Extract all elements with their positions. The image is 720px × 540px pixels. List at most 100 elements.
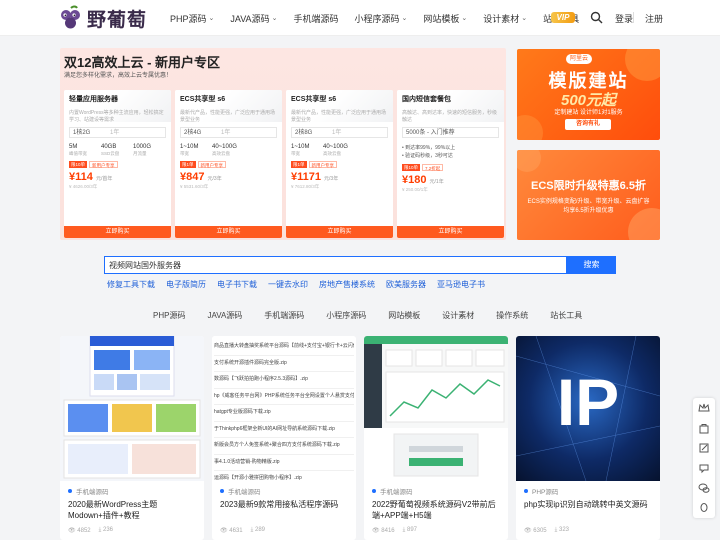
spec-item: 40GB SSD云盘 bbox=[101, 144, 120, 156]
nav-item-label: 设计素材 bbox=[483, 13, 520, 24]
header-divider bbox=[633, 12, 634, 23]
file-line: 数源码【飞跃拍拍跑小程序2.5.3源码】.zip bbox=[214, 372, 354, 389]
post-meta: 👁 6305 ⤓ 323 bbox=[524, 527, 577, 534]
post-category[interactable]: PHP源码 bbox=[524, 486, 558, 496]
hot-search-link[interactable]: 电子版简历 bbox=[166, 279, 206, 290]
chat-icon[interactable] bbox=[693, 458, 715, 478]
site-logo[interactable]: 野葡萄 bbox=[58, 4, 147, 32]
product-card[interactable]: ECS共享型 s6 最新代产品，性能更强，广泛应用于通用场景型业务 2核8G 1年 1~… bbox=[286, 90, 393, 238]
config-select[interactable]: 2核4G 1年 bbox=[180, 127, 277, 138]
post-category[interactable]: 手机端源码 bbox=[372, 486, 413, 496]
category-tab[interactable]: 小程序源码 bbox=[326, 310, 366, 321]
post-card[interactable]: IP PHP源码 php实现ip识别自动跳转中英文源码 👁 6305 ⤓ 323 bbox=[516, 336, 660, 540]
post-title[interactable]: 2020最新WordPress主题Modown+插件+教程 bbox=[68, 499, 198, 521]
original-price: ¥ 7612.80/3年 bbox=[291, 184, 320, 189]
eye-icon: 👁 8416 bbox=[372, 528, 395, 534]
ecs-upgrade-ad[interactable]: ECS限时升级特惠6.5折 ECS实例规格变配/升级、带宽升级、云盘扩容均享6.… bbox=[517, 150, 660, 240]
download-icon: ⤓ 897 bbox=[402, 527, 417, 533]
buy-button[interactable]: 立即购买 bbox=[286, 226, 393, 238]
post-title[interactable]: 2023最新9款常用接私活程序源码 bbox=[220, 499, 350, 510]
nav-item[interactable]: 设计素材 ⌄ bbox=[483, 12, 527, 25]
product-desc: 内置WordPress等多种主流应用，轻松搞定学习、站建设等需求 bbox=[69, 110, 164, 123]
main-nav: PHP源码⌄JAVA源码⌄手机端源码小程序源码⌄网站模板⌄设计素材⌄站长工具 bbox=[170, 0, 595, 36]
post-thumbnail: IP bbox=[516, 336, 660, 481]
nav-item[interactable]: PHP源码 ⌄ bbox=[170, 12, 214, 25]
search-input[interactable] bbox=[109, 257, 564, 273]
post-category[interactable]: 手机端源码 bbox=[220, 486, 261, 496]
hot-search-link[interactable]: 修复工具下载 bbox=[107, 279, 155, 290]
category-tab[interactable]: PHP源码 bbox=[153, 310, 185, 321]
category-tab[interactable]: 站长工具 bbox=[550, 310, 582, 321]
chevron-down-icon: ⌄ bbox=[271, 15, 278, 22]
post-card[interactable]: 手机端源码 2022野葡萄视频系统源码V2带前后端+APP端+H5端 👁 841… bbox=[364, 336, 508, 540]
badge-row: 限1单 新用户专享 bbox=[291, 161, 388, 168]
vip-badge[interactable]: VIP bbox=[551, 12, 575, 23]
promo-cards: 轻量应用服务器内置WordPress等多种主流应用，轻松搞定学习、站建设等需求 1… bbox=[64, 90, 506, 238]
ad-title: ECS限时升级特惠6.5折 bbox=[531, 180, 646, 192]
file-line: hatgpt专业版源码下载.zip bbox=[214, 405, 354, 422]
category-tab[interactable]: 操作系统 bbox=[496, 310, 528, 321]
register-link[interactable]: 注册 bbox=[645, 12, 663, 25]
file-line: 运源码【开源小雅拼团购物小程序】.zip bbox=[214, 471, 354, 481]
product-card[interactable]: 轻量应用服务器内置WordPress等多种主流应用，轻松搞定学习、站建设等需求 1… bbox=[64, 90, 171, 238]
edit-icon[interactable] bbox=[693, 438, 715, 458]
wechat-icon[interactable] bbox=[693, 478, 715, 498]
category-tab[interactable]: JAVA源码 bbox=[207, 310, 242, 321]
grape-logo-icon bbox=[61, 5, 80, 29]
config-select[interactable]: 5000条 - 入门推荐 bbox=[402, 127, 499, 138]
category-tab[interactable]: 设计素材 bbox=[442, 310, 474, 321]
qq-icon[interactable] bbox=[693, 498, 715, 518]
spec-list: 1~10M 带宽 40~100G 高效云盘 bbox=[291, 144, 388, 157]
chevron-down-icon: ⌄ bbox=[461, 15, 468, 22]
price: ¥180 元/1年 bbox=[402, 174, 444, 186]
site-build-ad[interactable]: 阿里云 模版建站 500元起 定制建站 设计师1对1服务 咨询有礼 bbox=[517, 49, 660, 140]
spec-item: 1~10M 带宽 bbox=[291, 144, 310, 156]
hot-search-link[interactable]: 电子书下载 bbox=[217, 279, 257, 290]
spec-list: 5M 峰值带宽 40GB SSD云盘 1000G 月流量 bbox=[69, 144, 166, 157]
nav-item[interactable]: JAVA源码 ⌄ bbox=[230, 12, 277, 25]
hot-search-link[interactable]: 亚马逊电子书 bbox=[437, 279, 485, 290]
file-line: 事4.1.0活动营销-购物精版.zip bbox=[214, 455, 354, 471]
search-button[interactable]: 搜索 bbox=[567, 256, 616, 274]
file-line: 支付系统开源插件源码完全版.zip bbox=[214, 356, 354, 372]
product-card[interactable]: ECS共享型 s6 最新代产品，性能更强，广泛应用于通用场景型业务 2核4G 1年 1~… bbox=[175, 90, 282, 238]
consult-button[interactable]: 咨询有礼 bbox=[565, 119, 611, 130]
nav-item[interactable]: 手机端源码 bbox=[293, 12, 338, 25]
eye-icon: 👁 6305 bbox=[524, 528, 547, 534]
product-name: 轻量应用服务器 bbox=[69, 96, 118, 103]
config-select[interactable]: 1核2G 1年 bbox=[69, 127, 166, 138]
config-select[interactable]: 2核8G 1年 bbox=[291, 127, 388, 138]
promo-badge: 新用户专享 bbox=[197, 161, 227, 168]
post-category[interactable]: 手机端源码 bbox=[68, 486, 109, 496]
nav-item[interactable]: 网站模板 ⌄ bbox=[423, 12, 467, 25]
spec-item: 5M 峰值带宽 bbox=[69, 144, 87, 156]
badge-row: 限10单 7.2折起 bbox=[402, 164, 499, 171]
promo-title: 双12高效上云 - 新用户专区 bbox=[64, 55, 221, 70]
crown-icon[interactable] bbox=[693, 398, 715, 418]
post-card[interactable]: 手机端源码 2020最新WordPress主题Modown+插件+教程 👁 48… bbox=[60, 336, 204, 540]
product-desc: 高触达、高到达率，快速的短信服务，秒级触达 bbox=[402, 110, 498, 123]
limit-badge: 限1单 bbox=[291, 161, 307, 168]
cloud-promo-banner[interactable]: 双12高效上云 - 新用户专区 满足您多样化需求，高效上云专属优惠！ 轻量应用服… bbox=[60, 48, 506, 240]
buy-button[interactable]: 立即购买 bbox=[175, 226, 282, 238]
category-tab[interactable]: 网站模板 bbox=[388, 310, 420, 321]
chevron-down-icon: ⌄ bbox=[521, 15, 528, 22]
hot-search-link[interactable]: 房地产售楼系统 bbox=[319, 279, 375, 290]
post-meta: 👁 4852 ⤓ 236 bbox=[68, 527, 121, 534]
post-card[interactable]: 商品直播大转盘抽奖系统平台源码【前线+支付宝+银行卡+云闪付】 支付系统开源插件源… bbox=[212, 336, 356, 540]
hot-search-link[interactable]: 一键去水印 bbox=[268, 279, 308, 290]
buy-button[interactable]: 立即购买 bbox=[64, 226, 171, 238]
search-icon[interactable] bbox=[590, 11, 603, 24]
buy-button[interactable]: 立即购买 bbox=[397, 226, 504, 238]
post-title[interactable]: 2022野葡萄视频系统源码V2带前后端+APP端+H5端 bbox=[372, 499, 502, 521]
bag-icon[interactable] bbox=[693, 418, 715, 438]
product-card[interactable]: 国内短信套餐包 高触达、高到达率，快速的短信服务，秒级触达 5000条 - 入门推荐… bbox=[397, 90, 504, 238]
hot-search-link[interactable]: 欧美服务器 bbox=[386, 279, 426, 290]
nav-item[interactable]: 小程序源码 ⌄ bbox=[354, 12, 407, 25]
category-tab[interactable]: 手机端源码 bbox=[264, 310, 304, 321]
card-header: 国内短信套餐包 高触达、高到达率，快速的短信服务，秒级触达 bbox=[397, 90, 504, 123]
post-title[interactable]: php实现ip识别自动跳转中英文源码 bbox=[524, 499, 654, 510]
hot-searches: 修复工具下载 电子版简历 电子书下载 一键去水印 房地产售楼系统 欧美服务器 亚马逊电子书 bbox=[107, 279, 496, 290]
card-header: ECS共享型 s6 最新代产品，性能更强，广泛应用于通用场景型业务 bbox=[175, 90, 282, 123]
login-link[interactable]: 登录 bbox=[615, 12, 633, 25]
